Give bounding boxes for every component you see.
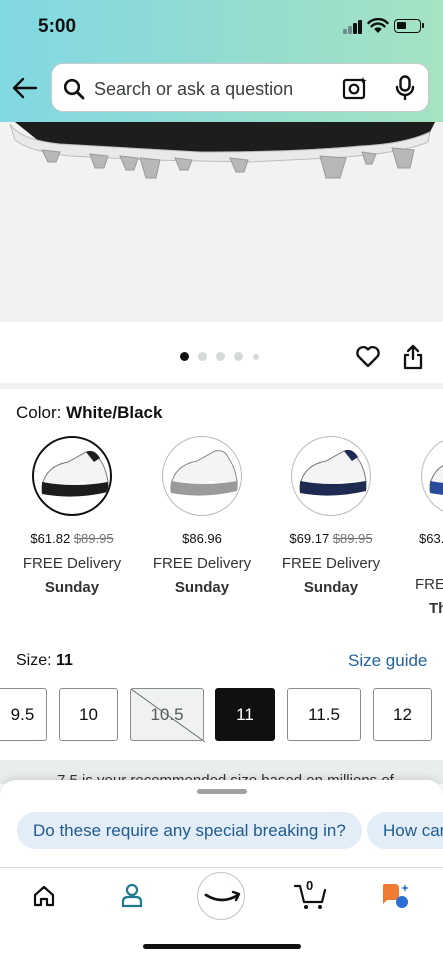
variant-delivery-day: Sunday (174, 579, 230, 596)
cart-button[interactable]: 0 (293, 878, 328, 910)
size-option[interactable]: 12 (373, 688, 432, 741)
back-arrow-icon[interactable] (12, 76, 38, 100)
carousel-dot-active[interactable] (180, 352, 189, 361)
question-chip[interactable]: How can (367, 812, 443, 849)
status-bar: 5:00 (0, 0, 443, 56)
size-option[interactable]: 9.5 (0, 688, 47, 741)
shoe-thumbnail (299, 449, 367, 496)
variant-price: $69.17 $89.95 (289, 531, 373, 546)
shoe-thumbnail (41, 450, 109, 497)
variant-delivery: FREE Delivery (22, 555, 122, 572)
carousel-dot[interactable] (253, 354, 259, 360)
variant-delivery-day: Sunday (44, 579, 100, 596)
wifi-icon (367, 18, 389, 33)
header: 5:00 Search or ask a question (0, 0, 443, 122)
size-guide-link[interactable]: Size guide (348, 651, 427, 671)
color-variant-white-grey[interactable]: $86.96 FREE Delivery Sunday (140, 436, 264, 596)
search-bar[interactable]: Search or ask a question (51, 63, 429, 112)
color-label-prefix: Color: (16, 403, 67, 422)
size-option-selected[interactable]: 11 (215, 688, 275, 741)
variant-price: $61.82 $89.95 (30, 531, 114, 546)
variant-delivery: FREE (415, 576, 443, 593)
carousel-dot[interactable] (198, 352, 207, 361)
carousel-dot[interactable] (234, 352, 243, 361)
variant-delivery-day: Sunday (303, 579, 359, 596)
variant-price: $86.96 (182, 531, 222, 546)
question-chip[interactable]: Do these require any special breaking in… (17, 812, 362, 849)
size-option[interactable]: 11.5 (287, 688, 361, 741)
sheet-drag-handle[interactable] (197, 789, 247, 794)
size-label-prefix: Size: (16, 652, 57, 669)
color-value: White/Black (66, 403, 163, 422)
heart-icon[interactable] (355, 345, 381, 369)
home-indicator (143, 944, 301, 949)
home-icon[interactable] (32, 884, 56, 908)
amazon-smile-icon (204, 890, 241, 902)
amazon-button[interactable] (197, 872, 245, 920)
status-time: 5:00 (38, 16, 77, 37)
questions-sheet: Do these require any special breaking in… (0, 780, 443, 867)
product-image[interactable] (0, 122, 443, 322)
product-image-cleat (9, 122, 435, 179)
section-divider (0, 383, 443, 389)
variant-thumbnail[interactable] (162, 436, 242, 516)
color-variant-white-black[interactable]: $61.82 $89.95 FREE Delivery Sunday (10, 436, 134, 596)
shoe-thumbnail (170, 450, 238, 496)
shoe-thumbnail (429, 465, 443, 495)
battery-icon (394, 19, 424, 33)
cart-count: 0 (306, 878, 314, 893)
carousel-dot[interactable] (216, 352, 225, 361)
color-label: Color: White/Black (16, 403, 162, 423)
search-icon (63, 78, 85, 100)
unavailable-strike-icon (131, 689, 205, 742)
variant-thumbnail[interactable] (32, 436, 112, 516)
size-value: 11 (56, 652, 73, 669)
variant-delivery: FREE Delivery (281, 555, 381, 572)
size-option-unavailable[interactable]: 10.5 (130, 688, 205, 742)
ai-assistant-icon[interactable] (381, 882, 411, 910)
camera-lens-icon[interactable] (342, 76, 368, 100)
variant-delivery: FREE Delivery (152, 555, 252, 572)
cellular-signal-icon (343, 20, 363, 34)
search-placeholder[interactable]: Search or ask a question (94, 79, 293, 100)
size-option[interactable]: 10 (59, 688, 118, 741)
size-label: Size: 11 (16, 652, 73, 670)
share-icon[interactable] (402, 344, 424, 370)
variant-delivery-day: Th (429, 600, 443, 617)
color-variant-partial[interactable]: $63. FREE Th (399, 436, 443, 617)
variant-price: $63. (419, 531, 443, 546)
microphone-icon[interactable] (394, 75, 416, 101)
variant-thumbnail[interactable] (291, 436, 371, 516)
profile-icon[interactable] (120, 882, 144, 908)
variant-thumbnail[interactable] (421, 436, 443, 516)
color-variant-white-navy[interactable]: $69.17 $89.95 FREE Delivery Sunday (269, 436, 393, 596)
